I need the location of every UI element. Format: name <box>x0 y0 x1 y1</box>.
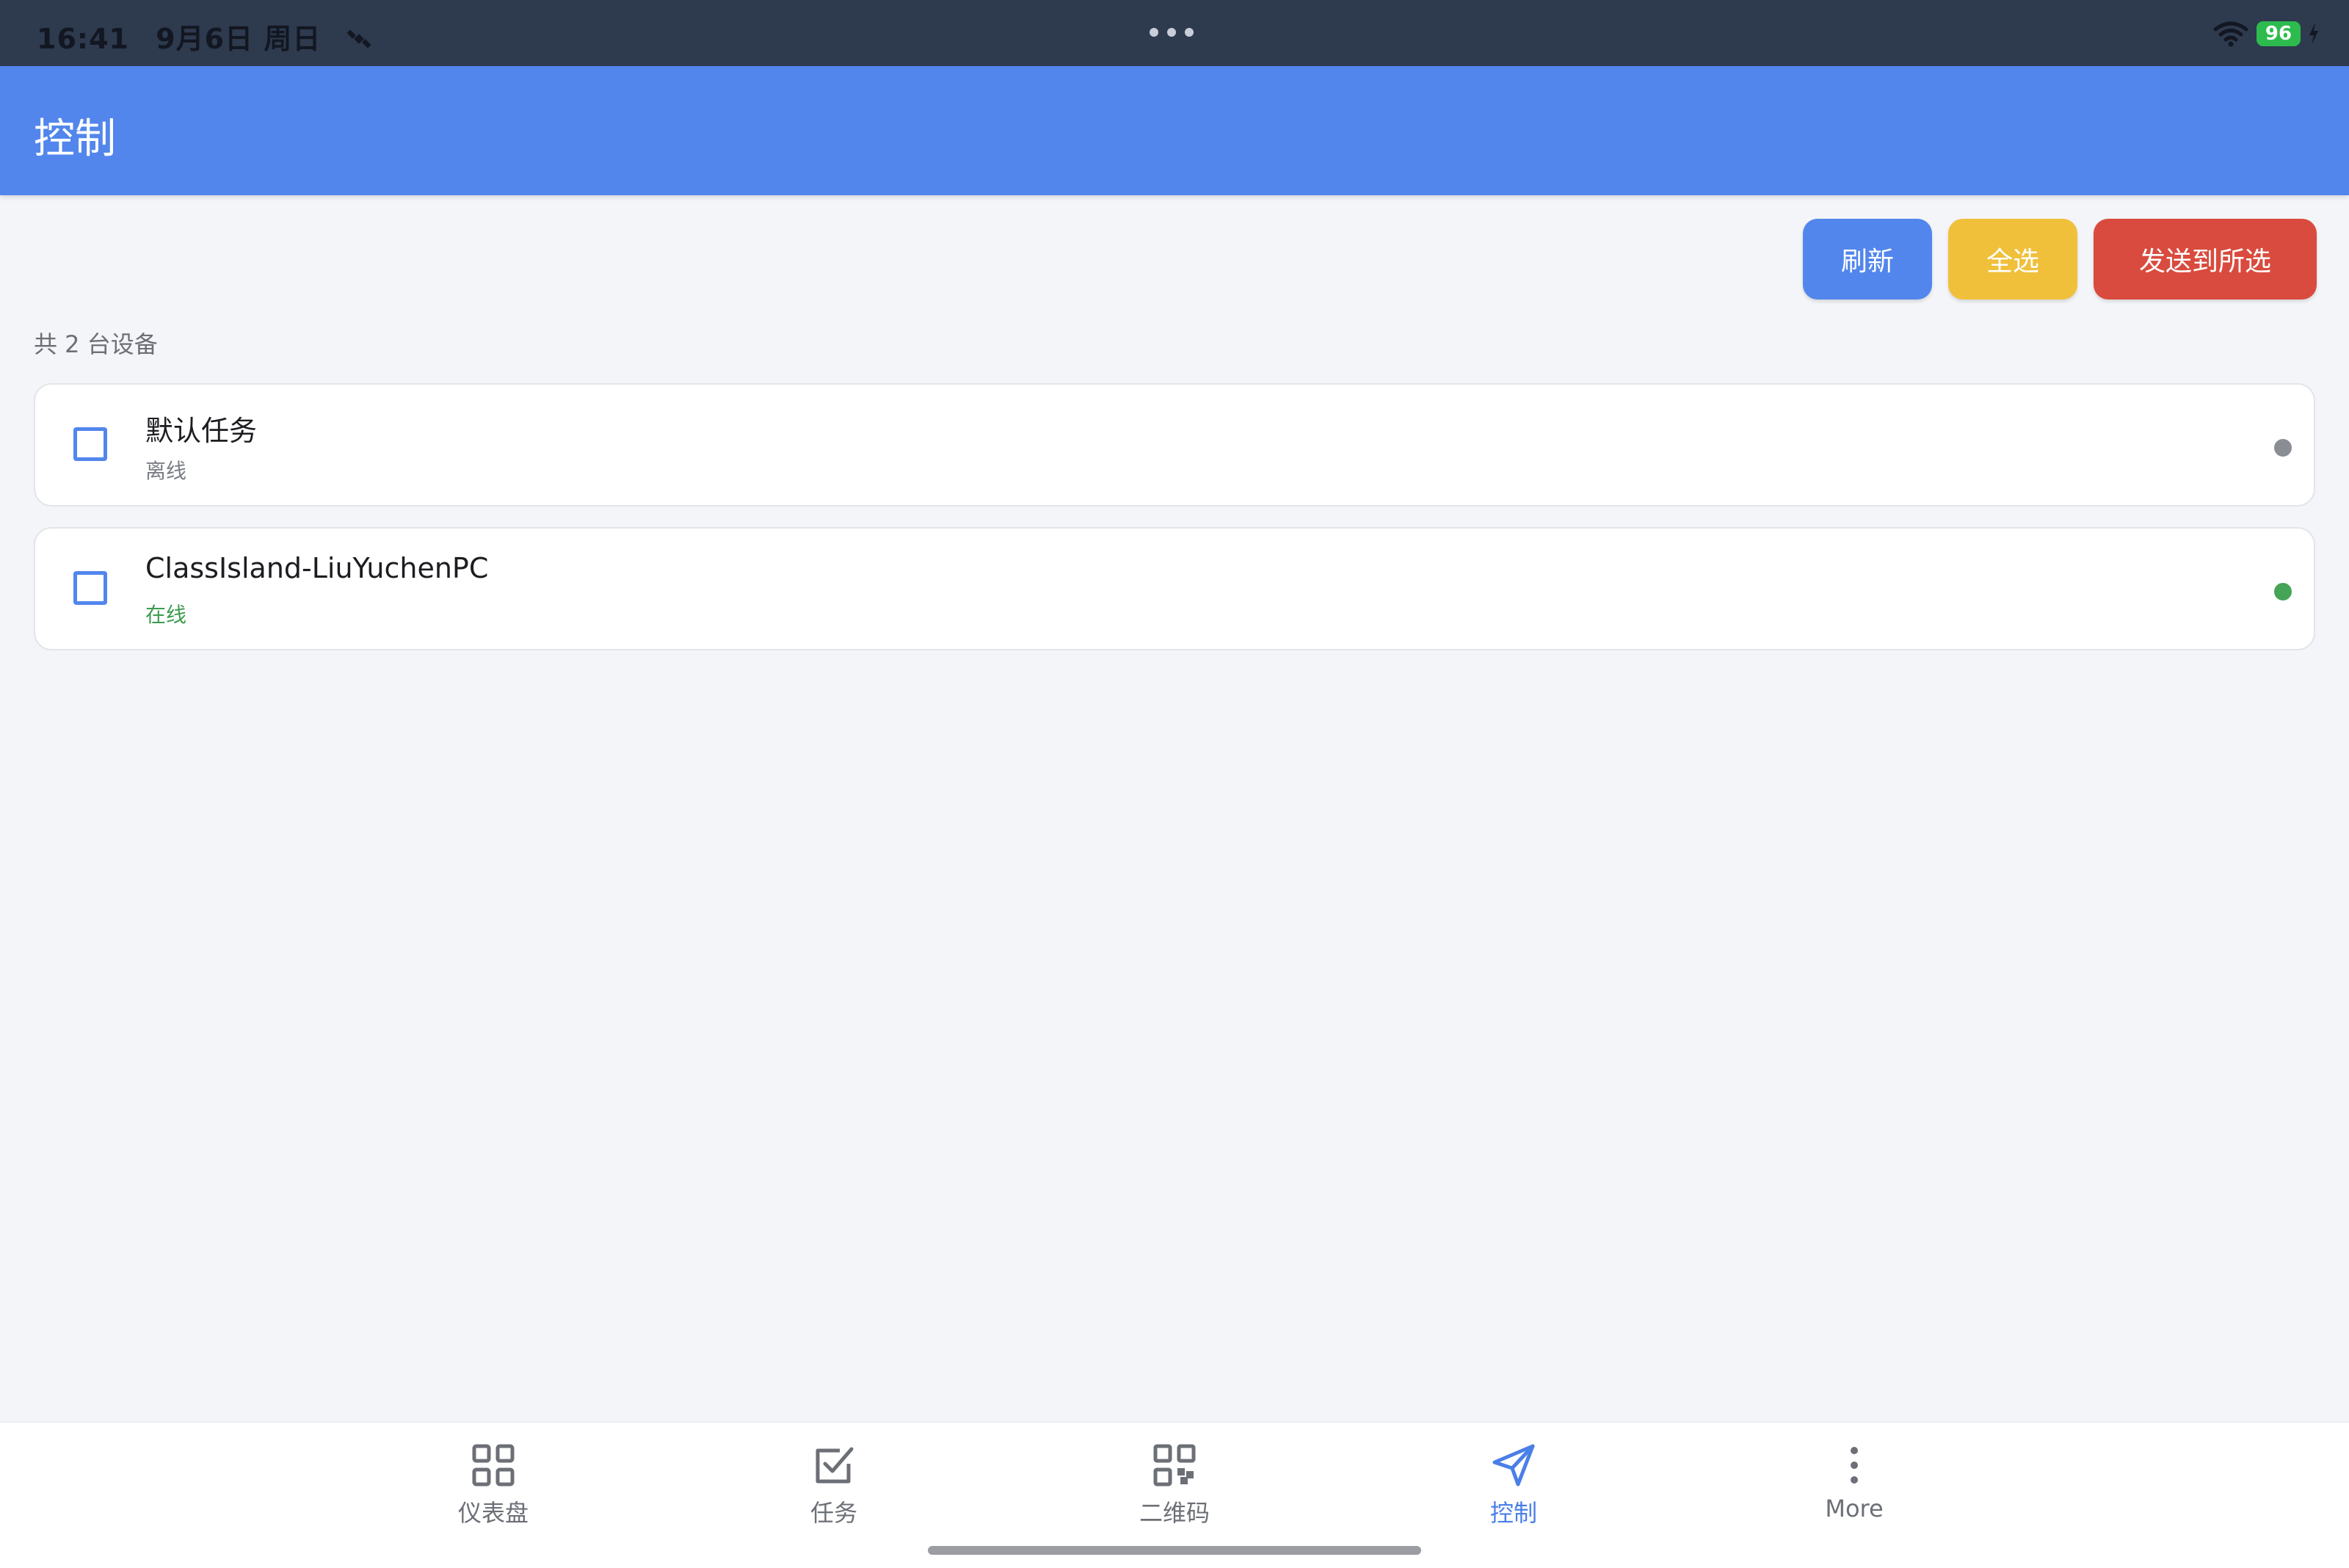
page-title: 控制 <box>34 115 116 163</box>
device-card[interactable]: 默认任务 离线 <box>34 383 2315 507</box>
nav-item-more[interactable]: More <box>1781 1442 1928 1522</box>
nav-label: More <box>1825 1495 1884 1522</box>
app-screen: 16:41 9月6日 周日 96 控制 刷新 全选 发送到所选 共 2 台设备 … <box>0 0 2349 1568</box>
nav-label: 控制 <box>1489 1499 1537 1527</box>
more-vertical-icon <box>1851 1447 1858 1484</box>
send-to-selected-button[interactable]: 发送到所选 <box>2094 219 2317 300</box>
home-indicator[interactable] <box>928 1546 1421 1555</box>
nav-item-dashboard[interactable]: 仪表盘 <box>420 1442 567 1528</box>
device-checkbox[interactable] <box>73 571 107 605</box>
nav-item-tasks[interactable]: 任务 <box>760 1442 907 1528</box>
refresh-button[interactable]: 刷新 <box>1803 219 1932 300</box>
dashboard-grid-icon <box>472 1444 515 1487</box>
select-all-button[interactable]: 全选 <box>1948 219 2077 300</box>
device-checkbox[interactable] <box>73 427 107 461</box>
device-status: 离线 <box>145 459 187 483</box>
device-card[interactable]: ClassIsland-LiuYuchenPC 在线 <box>34 527 2315 650</box>
offline-status-dot <box>2274 439 2292 457</box>
more-dots-icon[interactable] <box>1150 28 1194 37</box>
nav-label: 仪表盘 <box>457 1499 529 1527</box>
wifi-icon <box>2213 21 2248 47</box>
status-time-date: 16:41 9月6日 周日 <box>37 16 373 57</box>
status-bar: 16:41 9月6日 周日 96 <box>0 0 2349 66</box>
online-status-dot <box>2274 583 2292 600</box>
nav-label: 任务 <box>810 1499 857 1527</box>
charging-bolt-icon <box>2309 23 2318 45</box>
send-icon <box>1492 1444 1535 1487</box>
device-name: 默认任务 <box>145 415 258 447</box>
nav-label: 二维码 <box>1139 1499 1210 1527</box>
device-name: ClassIsland-LiuYuchenPC <box>145 552 489 584</box>
status-date: 9月6日 周日 <box>156 23 322 55</box>
status-indicators: 96 <box>2212 21 2320 47</box>
checkbox-icon <box>816 1447 854 1484</box>
satellite-icon <box>346 29 371 48</box>
device-count: 共 2 台设备 <box>34 330 158 358</box>
app-bar: 控制 <box>0 66 2349 195</box>
nav-item-qr-code[interactable]: 二维码 <box>1101 1442 1248 1528</box>
qr-code-icon <box>1153 1444 1196 1487</box>
status-time: 16:41 <box>37 23 129 55</box>
nav-item-control[interactable]: 控制 <box>1440 1442 1587 1528</box>
device-status: 在线 <box>145 603 187 627</box>
battery-icon: 96 <box>2257 21 2301 46</box>
